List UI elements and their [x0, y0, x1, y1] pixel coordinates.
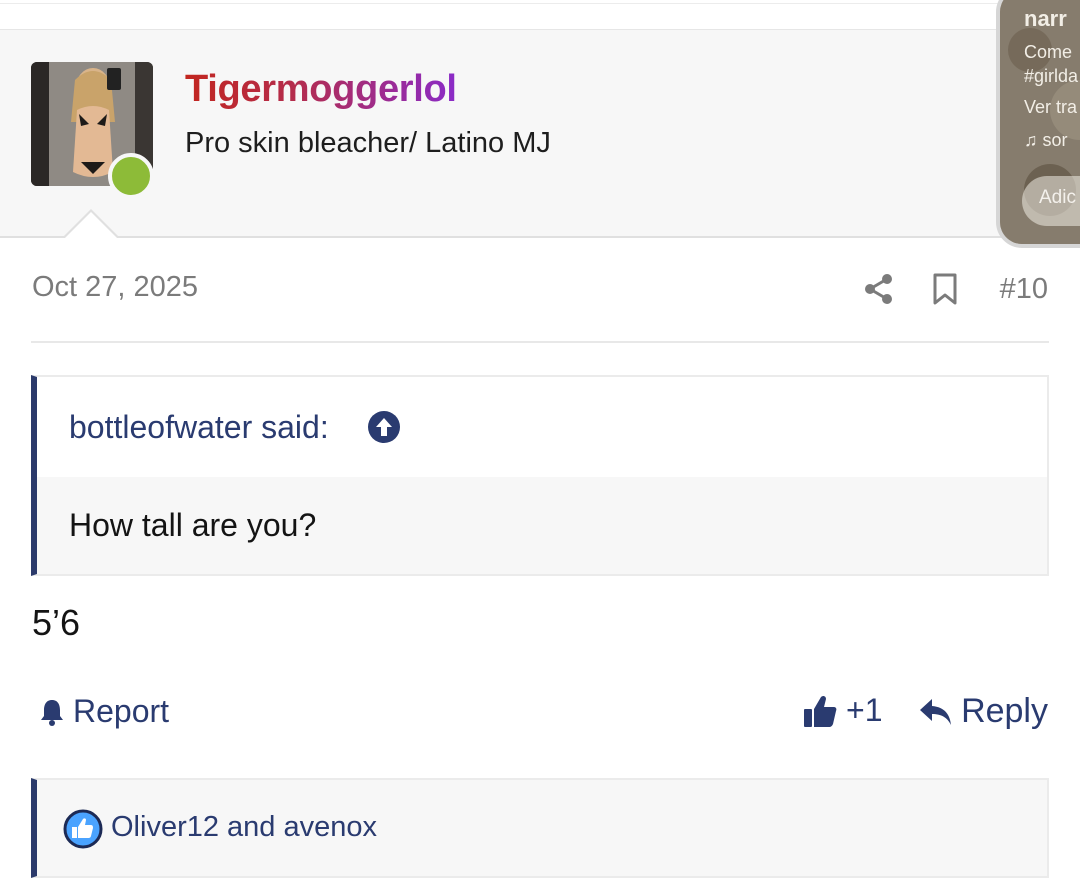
overlay-caption-line: Come — [1024, 42, 1073, 62]
post-number[interactable]: #10 — [1000, 273, 1048, 306]
overlay-hashtag: #girlda — [1024, 66, 1079, 86]
bookmark-icon[interactable] — [932, 273, 958, 305]
user-title: Pro skin bleacher/ Latino MJ — [185, 127, 551, 159]
quote-author[interactable]: bottleofwater said: — [69, 409, 329, 446]
overlay-title: narr — [1024, 6, 1067, 31]
quote-block: bottleofwater said: How tall are you? — [31, 375, 1049, 576]
online-status-dot — [108, 153, 154, 199]
post-date[interactable]: Oct 27, 2025 — [32, 271, 198, 304]
report-label: Report — [73, 693, 170, 729]
overlay-song-label: sor — [1042, 130, 1068, 150]
reactions-bar: Oliver12 and avenox — [31, 778, 1049, 878]
jump-to-quote-icon[interactable] — [367, 410, 401, 444]
post-header-divider — [31, 341, 1049, 343]
reaction-users[interactable]: Oliver12 and avenox — [111, 811, 377, 844]
top-strip — [0, 0, 1080, 30]
like-reaction-icon — [63, 809, 103, 849]
post-user-header: Tigermoggerlol Pro skin bleacher/ Latino… — [0, 30, 1080, 239]
reply-button[interactable]: Reply — [919, 692, 1048, 731]
post-actions: #10 — [864, 269, 1048, 309]
overlay-see-translation: Ver tra — [1024, 97, 1078, 117]
share-icon[interactable] — [864, 273, 894, 305]
bell-icon — [41, 699, 63, 726]
music-note-icon: ♫ — [1024, 130, 1038, 150]
reply-icon — [920, 698, 952, 725]
username[interactable]: Tigermoggerlol — [185, 68, 457, 111]
reaction-count: +1 — [846, 692, 883, 728]
floating-video-overlay[interactable]: narr Come #girlda Ver tra ♫ sor Adic — [1000, 0, 1080, 244]
reply-label: Reply — [961, 692, 1048, 730]
overlay-song: ♫ sor — [1024, 130, 1068, 151]
post-message: 5’6 — [32, 602, 81, 643]
quote-text: How tall are you? — [69, 507, 317, 543]
like-button[interactable]: +1 — [802, 692, 882, 729]
message-pointer-inner — [64, 212, 118, 239]
report-link[interactable]: Report — [37, 693, 169, 730]
overlay-add-button[interactable]: Adic — [1022, 176, 1080, 226]
thumbs-up-icon — [804, 695, 837, 727]
